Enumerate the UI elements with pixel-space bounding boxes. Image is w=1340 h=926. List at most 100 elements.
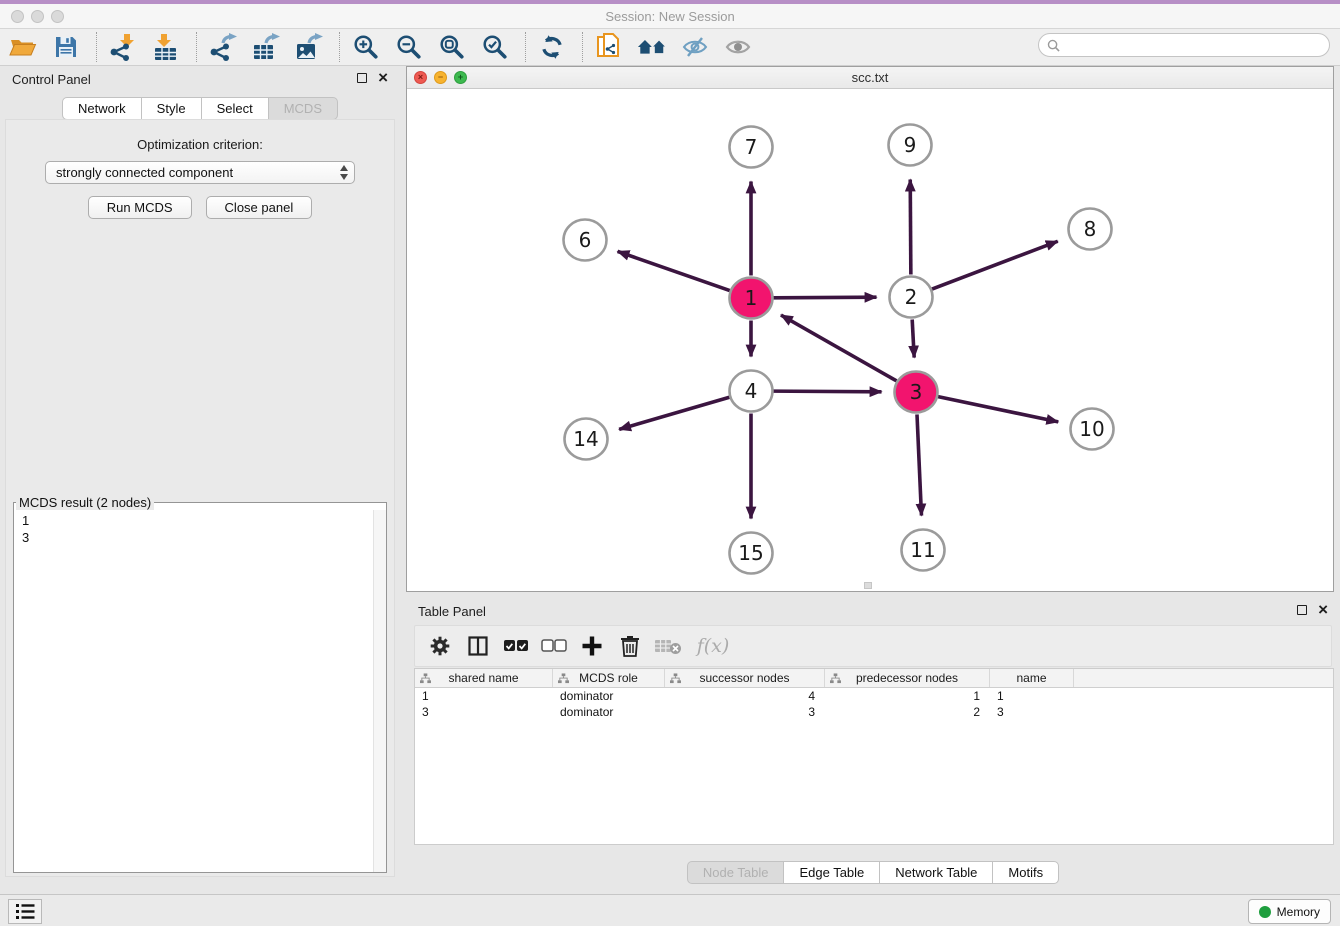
zoom-out-button[interactable] [394,32,424,62]
node-table-header: shared nameMCDS role successor nodes prede… [415,669,1333,688]
hide-columns-button[interactable] [539,631,569,661]
table-panel-tabs: Node TableEdge TableNetwork TableMotifs [406,861,1340,884]
node-4[interactable]: 4 [730,371,773,412]
node-8[interactable]: 8 [1069,209,1112,250]
table-cell[interactable]: dominator [553,688,665,704]
network-window-titlebar[interactable]: × − + scc.txt [407,67,1333,89]
node-9[interactable]: 9 [889,125,932,166]
table-cell[interactable]: 3 [990,704,1074,720]
add-column-button[interactable] [577,631,607,661]
node-15[interactable]: 15 [730,533,773,574]
tab-mcds[interactable]: MCDS [268,97,338,120]
edge-3-1[interactable] [781,315,896,381]
table-scroll-strip[interactable] [414,845,1334,862]
table-cell[interactable]: 4 [665,688,825,704]
export-image-button[interactable] [294,32,324,62]
search-input[interactable] [1060,35,1329,55]
tab-node-table[interactable]: Node Table [687,861,785,884]
tab-network[interactable]: Network [62,97,142,120]
tab-select[interactable]: Select [201,97,269,120]
tab-edge-table[interactable]: Edge Table [783,861,880,884]
close-panel-button[interactable]: Close panel [206,196,313,219]
export-table-button[interactable] [251,32,281,62]
table-cell[interactable]: 1 [415,688,553,704]
tab-network-table[interactable]: Network Table [879,861,993,884]
eye-slash-icon [681,35,709,59]
column-header-label: successor nodes [699,671,789,685]
tab-motifs[interactable]: Motifs [992,861,1059,884]
hide-details-button[interactable] [680,32,710,62]
table-cell[interactable]: 2 [825,704,990,720]
table-row[interactable]: 1dominator411 [415,688,1333,704]
refresh-button[interactable] [537,32,567,62]
maximize-window-button[interactable] [51,10,64,23]
table-cell[interactable]: 1 [825,688,990,704]
zoom-fit-button[interactable] [437,32,467,62]
show-columns-button[interactable] [501,631,531,661]
import-network-button[interactable] [108,32,138,62]
criterion-dropdown[interactable]: strongly connected component [45,161,355,184]
node-3[interactable]: 3 [895,372,938,413]
table-cell[interactable]: 1 [990,688,1074,704]
node-14[interactable]: 14 [565,419,608,460]
run-mcds-button[interactable]: Run MCDS [88,196,192,219]
edge-1-6[interactable] [618,251,730,290]
delete-column-button[interactable] [615,631,645,661]
tab-style[interactable]: Style [141,97,202,120]
table-settings-button[interactable] [425,631,455,661]
edge-2-9[interactable] [910,179,911,274]
edge-2-3[interactable] [912,319,914,357]
delete-table-button[interactable] [653,631,683,661]
node-11[interactable]: 11 [902,530,945,571]
network-close-button[interactable]: × [414,71,427,84]
close-window-button[interactable] [11,10,24,23]
zoom-in-button[interactable] [351,32,381,62]
edge-1-2[interactable] [773,297,876,298]
node-2[interactable]: 2 [890,277,933,318]
edge-4-3[interactable] [773,391,881,392]
split-columns-button[interactable] [463,631,493,661]
function-builder-button[interactable]: f(x) [691,631,735,661]
edge-3-11[interactable] [917,414,921,515]
delete-table-icon [654,637,682,655]
network-maximize-button[interactable]: + [454,71,467,84]
close-table-panel-icon[interactable]: × [1318,600,1328,620]
edge-2-8[interactable] [932,241,1058,289]
column-flow-icon [420,673,431,687]
table-row[interactable]: 3dominator323 [415,704,1333,720]
mcds-result-scrollbar[interactable] [373,510,386,872]
import-table-button[interactable] [151,32,181,62]
node-1[interactable]: 1 [730,278,773,319]
open-session-button[interactable] [8,32,38,62]
node-6[interactable]: 6 [564,220,607,261]
save-session-button[interactable] [51,32,81,62]
network-scroll-grip[interactable] [864,582,872,589]
network-canvas[interactable]: 7 9 6 8 1 2 4 3 14 10 15 11 [407,89,1333,591]
memory-button[interactable]: Memory [1248,899,1331,924]
node-7[interactable]: 7 [730,127,773,168]
column-header-predecessor-nodes[interactable]: predecessor nodes [825,669,990,687]
zoom-selected-button[interactable] [480,32,510,62]
column-header-successor-nodes[interactable]: successor nodes [665,669,825,687]
edge-3-10[interactable] [938,397,1058,422]
network-from-file-icon [596,33,622,61]
table-cell[interactable]: 3 [665,704,825,720]
show-details-button[interactable] [723,32,753,62]
network-from-file-button[interactable] [594,32,624,62]
float-table-panel-icon[interactable] [1297,605,1307,615]
search-field[interactable] [1038,33,1330,57]
first-neighbors-button[interactable] [637,32,667,62]
minimize-window-button[interactable] [31,10,44,23]
export-network-button[interactable] [208,32,238,62]
column-header-name[interactable]: name [990,669,1074,687]
table-cell[interactable]: dominator [553,704,665,720]
column-header-shared-name[interactable]: shared name [415,669,553,687]
edge-4-14[interactable] [619,397,729,429]
close-panel-icon[interactable]: × [378,68,388,88]
task-history-button[interactable] [8,899,42,924]
network-minimize-button[interactable]: − [434,71,447,84]
column-header-mcds-role[interactable]: MCDS role [553,669,665,687]
node-10[interactable]: 10 [1071,409,1114,450]
float-panel-icon[interactable] [357,73,367,83]
table-cell[interactable]: 3 [415,704,553,720]
